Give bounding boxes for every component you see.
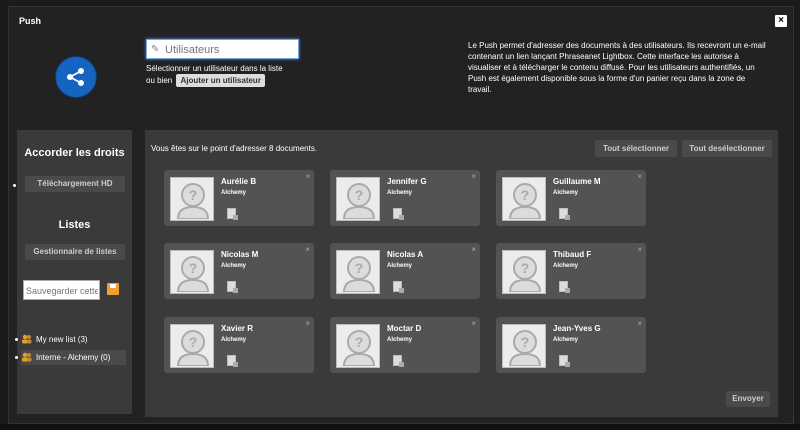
remove-user-icon[interactable]: ×	[471, 319, 476, 328]
user-company: Alchemy	[221, 263, 247, 269]
user-name: Moctar D	[387, 324, 422, 333]
hint-line: Sélectionner un utilisateur dans la list…	[146, 64, 283, 73]
push-description: Le Push permet d'adresser des documents …	[468, 41, 766, 94]
rights-heading: Accorder les droits	[24, 147, 125, 159]
user-card[interactable]: ? Guillaume M Alchemy ×	[496, 170, 646, 226]
user-card[interactable]: ? Nicolas M Alchemy ×	[164, 243, 314, 299]
close-button[interactable]: ×	[775, 15, 787, 27]
svg-text:?: ?	[521, 260, 530, 276]
user-card[interactable]: ? Xavier R Alchemy ×	[164, 317, 314, 373]
add-user-button[interactable]: Ajouter un utilisateur	[176, 74, 265, 87]
lists-heading: Listes	[58, 219, 91, 231]
user-company: Alchemy	[221, 337, 247, 343]
select-all-button[interactable]: Tout sélectionner	[595, 140, 677, 157]
list-item[interactable]: Interne - Alchemy (0)	[15, 350, 126, 365]
pencil-icon: ✎	[151, 44, 160, 55]
user-search-field[interactable]	[165, 41, 295, 59]
remove-user-icon[interactable]: ×	[305, 319, 310, 328]
share-icon	[56, 57, 96, 97]
svg-text:?: ?	[355, 334, 364, 350]
deselect-all-button[interactable]: Tout desélectionner	[682, 140, 772, 157]
user-card[interactable]: ? Jennifer G Alchemy ×	[330, 170, 480, 226]
document-rights-icon[interactable]	[227, 208, 238, 220]
user-name: Nicolas A	[387, 250, 424, 259]
svg-text:?: ?	[189, 187, 198, 203]
push-dialog: Push × ✎ Sélectionner un utilisateur dan…	[8, 6, 794, 424]
avatar: ?	[336, 250, 380, 294]
remove-user-icon[interactable]: ×	[471, 172, 476, 181]
remove-user-icon[interactable]: ×	[637, 172, 642, 181]
save-list-field[interactable]	[24, 282, 98, 300]
document-rights-icon[interactable]	[559, 355, 570, 367]
svg-text:?: ?	[355, 187, 364, 203]
user-name: Xavier R	[221, 324, 254, 333]
list-label: Interne - Alchemy (0)	[36, 353, 111, 362]
titlebar: Push ×	[9, 7, 793, 35]
remove-user-icon[interactable]: ×	[637, 245, 642, 254]
user-company: Alchemy	[387, 263, 413, 269]
user-company: Alchemy	[553, 190, 579, 196]
avatar: ?	[336, 324, 380, 368]
group-icon	[22, 352, 32, 362]
list-label: My new list (3)	[36, 335, 88, 344]
hd-download-toggle[interactable]: Téléchargement HD	[25, 176, 125, 192]
user-name: Guillaume M	[553, 177, 601, 186]
user-card[interactable]: ? Aurélie B Alchemy ×	[164, 170, 314, 226]
svg-text:?: ?	[189, 260, 198, 276]
user-company: Alchemy	[387, 337, 413, 343]
document-rights-icon[interactable]	[559, 208, 570, 220]
document-rights-icon[interactable]	[393, 355, 404, 367]
user-card[interactable]: ? Nicolas A Alchemy ×	[330, 243, 480, 299]
document-rights-icon[interactable]	[393, 208, 404, 220]
remove-user-icon[interactable]: ×	[305, 172, 310, 181]
avatar: ?	[502, 324, 546, 368]
svg-text:?: ?	[189, 334, 198, 350]
user-company: Alchemy	[553, 337, 579, 343]
user-search-input[interactable]: ✎	[146, 39, 299, 59]
user-name: Thibaud F	[553, 250, 592, 259]
list-bullet	[15, 338, 18, 341]
left-panel: Accorder les droits Téléchargement HD Li…	[13, 130, 132, 414]
avatar: ?	[170, 324, 214, 368]
remove-user-icon[interactable]: ×	[637, 319, 642, 328]
hint-prefix: ou bien	[146, 76, 173, 85]
avatar: ?	[502, 250, 546, 294]
recipients-panel: Vous êtes sur le point d'adresser 8 docu…	[145, 130, 778, 417]
document-rights-icon[interactable]	[227, 355, 238, 367]
remove-user-icon[interactable]: ×	[305, 245, 310, 254]
avatar: ?	[502, 177, 546, 221]
user-name: Jean-Yves G	[553, 324, 601, 333]
user-company: Alchemy	[221, 190, 247, 196]
user-card[interactable]: ? Thibaud F Alchemy ×	[496, 243, 646, 299]
avatar: ?	[170, 250, 214, 294]
user-name: Nicolas M	[221, 250, 259, 259]
user-card[interactable]: ? Jean-Yves G Alchemy ×	[496, 317, 646, 373]
dialog-title: Push	[19, 16, 42, 26]
user-name: Jennifer G	[387, 177, 427, 186]
document-rights-icon[interactable]	[393, 281, 404, 293]
remove-user-icon[interactable]: ×	[471, 245, 476, 254]
document-rights-icon[interactable]	[227, 281, 238, 293]
save-list-input[interactable]	[23, 280, 100, 300]
avatar: ?	[336, 177, 380, 221]
svg-text:?: ?	[521, 334, 530, 350]
hint-line-2: ou bien Ajouter un utilisateur	[146, 74, 283, 87]
hd-bullet	[13, 184, 16, 187]
group-icon	[22, 334, 32, 344]
send-button[interactable]: Envoyer	[726, 391, 770, 407]
background-strip	[0, 424, 800, 430]
user-company: Alchemy	[387, 190, 413, 196]
save-icon[interactable]	[107, 283, 119, 295]
avatar: ?	[170, 177, 214, 221]
selection-hint: Sélectionner un utilisateur dans la list…	[146, 63, 283, 87]
document-rights-icon[interactable]	[559, 281, 570, 293]
user-card[interactable]: ? Moctar D Alchemy ×	[330, 317, 480, 373]
user-name: Aurélie B	[221, 177, 257, 186]
list-bullet	[15, 356, 18, 359]
user-company: Alchemy	[553, 263, 579, 269]
svg-text:?: ?	[355, 260, 364, 276]
list-manager-button[interactable]: Gestionnaire de listes	[25, 244, 125, 260]
svg-text:?: ?	[521, 187, 530, 203]
document-count-text: Vous êtes sur le point d'adresser 8 docu…	[151, 144, 318, 153]
